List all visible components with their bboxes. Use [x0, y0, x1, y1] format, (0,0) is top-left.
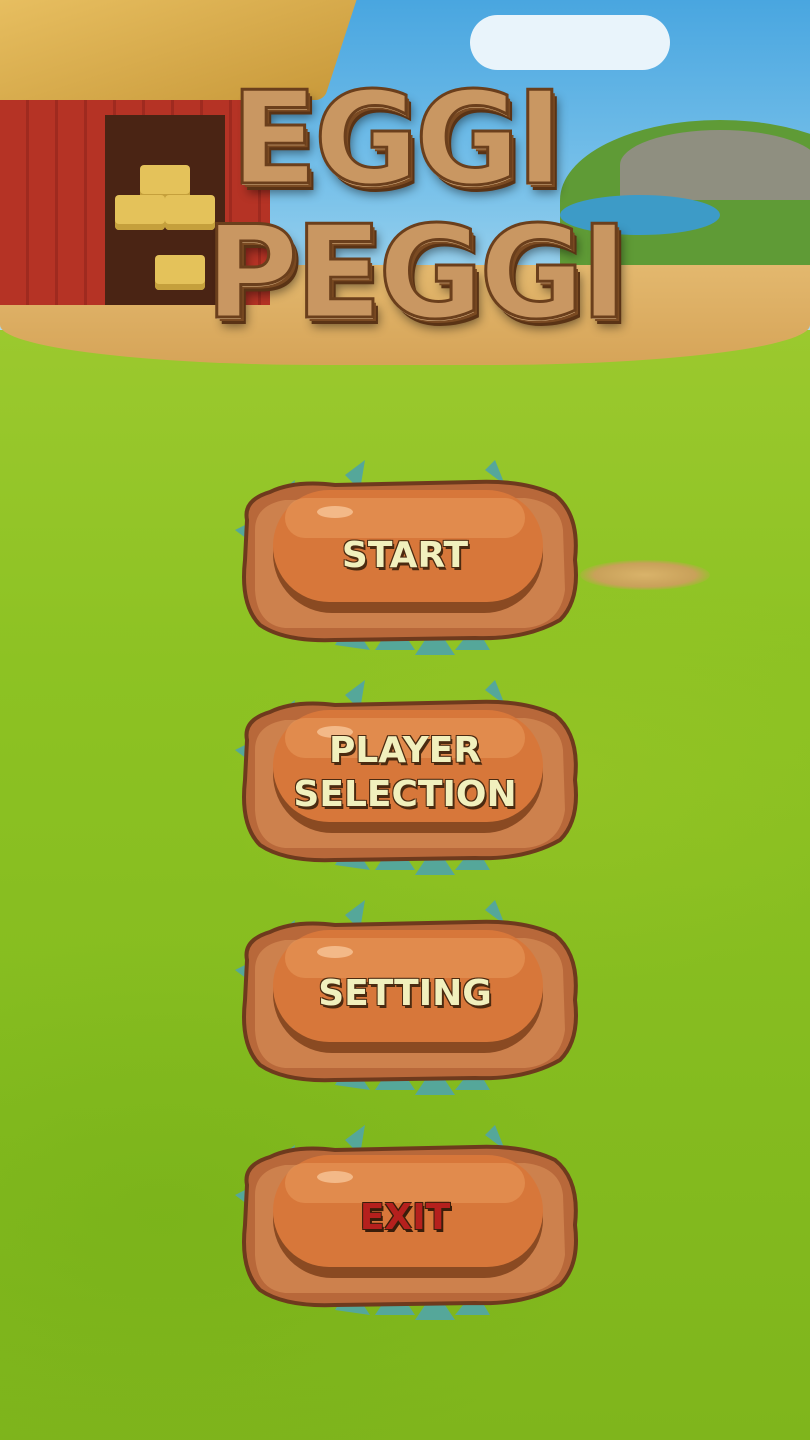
hay-bale [115, 195, 165, 230]
start-label: START [341, 535, 469, 576]
title-line-2: PEGGI [204, 199, 630, 348]
player-selection-button[interactable]: PLAYER SELECTION [225, 680, 585, 880]
dirt-patch [580, 560, 710, 590]
selection-label-line2: SELECTION [293, 774, 517, 815]
start-button[interactable]: START [225, 460, 585, 660]
title-line-1: EGGI [229, 65, 565, 214]
setting-button[interactable]: SETTING [225, 900, 585, 1100]
cloud [470, 15, 670, 70]
rock-outcrop [620, 130, 810, 200]
game-title-logo: EGGI PEGGI [204, 65, 630, 348]
hay-bale [155, 255, 205, 290]
setting-label: SETTING [318, 973, 492, 1014]
exit-button[interactable]: EXIT [225, 1125, 585, 1325]
exit-label: EXIT [359, 1197, 451, 1238]
player-label-line1: PLAYER [328, 730, 482, 771]
